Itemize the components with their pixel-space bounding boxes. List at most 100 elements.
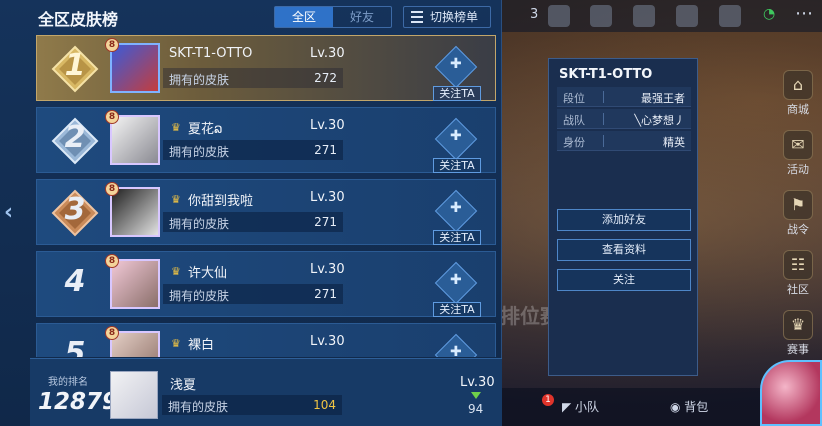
trophy-icon: ♛ — [783, 310, 813, 340]
avatar[interactable] — [110, 43, 160, 93]
skin-count: 271 — [314, 287, 337, 301]
eye-icon[interactable] — [633, 5, 655, 27]
pass-icon: ⚑ — [783, 190, 813, 220]
follow-button[interactable]: 关注TA — [433, 302, 481, 317]
skin-count-bar: 拥有的皮肤 271 — [163, 140, 343, 160]
rank-number: 3 — [64, 192, 86, 227]
popup-field-rank: 段位 最强王者 — [557, 87, 691, 107]
skin-count: 272 — [314, 71, 337, 85]
wifi-icon: ◔ — [763, 6, 776, 22]
top-count: 3 — [530, 7, 539, 22]
vip-badge: 8 — [105, 38, 119, 52]
my-rank-label: 我的排名 — [48, 377, 88, 388]
top-status-bar: 3 ◔ ⋯ — [500, 0, 822, 32]
more-icon[interactable]: ⋯ — [795, 3, 813, 24]
player-name: 裸白 — [188, 338, 215, 353]
follow-add-icon[interactable]: ✚ — [434, 261, 478, 305]
list-icon — [411, 11, 423, 23]
skin-count-bar: 拥有的皮肤 272 — [163, 68, 343, 88]
rank-number: 2 — [64, 120, 86, 155]
avatar[interactable] — [110, 259, 160, 309]
skin-count: 271 — [314, 215, 337, 229]
follow-add-icon[interactable]: ✚ — [434, 189, 478, 233]
ranking-list: 1 8 SKT-T1-OTTO Lv.30 拥有的皮肤 272 ✚ 关注TA 2… — [36, 35, 496, 357]
crown-icon: ♛ — [171, 337, 181, 350]
back-arrow-icon[interactable]: ‹ — [4, 200, 13, 225]
avatar[interactable] — [110, 115, 160, 165]
follow-button[interactable]: 关注TA — [433, 158, 481, 173]
activity-icon: ✉ — [783, 130, 813, 160]
skin-count-bar: 拥有的皮肤 271 — [163, 284, 343, 304]
my-rank-change: 94 — [468, 402, 484, 416]
shop-icon: ⌂ — [783, 70, 813, 100]
follow-add-icon[interactable]: ✚ — [434, 45, 478, 89]
popup-player-name: SKT-T1-OTTO — [559, 67, 653, 82]
rank-down-arrow-icon — [471, 392, 481, 399]
plus-icon[interactable] — [548, 5, 570, 27]
player-level: Lv.30 — [310, 334, 345, 349]
list-item[interactable]: 4 8 ♛ 许大仙 Lv.30 拥有的皮肤 271 ✚ 关注TA — [36, 251, 496, 317]
list-item[interactable]: 3 8 ♛ 你甜到我啦 Lv.30 拥有的皮肤 271 ✚ 关注TA — [36, 179, 496, 245]
vip-badge: 8 — [105, 182, 119, 196]
side-item-pass[interactable]: ⚑ 战令 — [778, 190, 818, 237]
player-name: 许大仙 — [188, 266, 228, 281]
switch-board-button[interactable]: 切换榜单 — [403, 6, 491, 28]
vip-badge: 8 — [105, 326, 119, 340]
player-name: 你甜到我啦 — [188, 194, 254, 209]
my-avatar[interactable] — [110, 371, 158, 419]
settings-icon[interactable] — [719, 5, 741, 27]
my-skin-count: 104 — [313, 398, 336, 412]
side-item-activity[interactable]: ✉ 活动 — [778, 130, 818, 177]
community-icon: ☷ — [783, 250, 813, 280]
vip-badge: 8 — [105, 254, 119, 268]
player-level: Lv.30 — [310, 190, 345, 205]
follow-button[interactable]: 关注TA — [433, 230, 481, 245]
player-level: Lv.30 — [310, 262, 345, 277]
my-skin-count-bar: 拥有的皮肤 104 — [162, 395, 342, 415]
notification-badge: 1 — [542, 394, 554, 406]
follow-player-button[interactable]: 关注 — [557, 269, 691, 291]
rank-number: 1 — [64, 48, 86, 83]
side-item-community[interactable]: ☷ 社区 — [778, 250, 818, 297]
player-name: SKT-T1-OTTO — [169, 46, 253, 61]
add-friend-button[interactable]: 添加好友 — [557, 209, 691, 231]
crown-icon: ♛ — [171, 193, 181, 206]
scope-tabs: 全区 好友 — [274, 6, 392, 28]
player-level: Lv.30 — [310, 46, 345, 61]
player-name: 夏花ລ — [188, 122, 223, 137]
tab-friends[interactable]: 好友 — [333, 7, 391, 27]
crown-icon: ♛ — [171, 265, 181, 278]
vip-badge: 8 — [105, 110, 119, 124]
list-item[interactable]: 5 8 ♛ 裸白 Lv.30 ✚ — [36, 323, 496, 357]
popup-field-team: 战队 ╲心梦想丿 — [557, 109, 691, 129]
player-info-popup: SKT-T1-OTTO 段位 最强王者 战队 ╲心梦想丿 身份 精英 添加好友 … — [548, 58, 698, 376]
side-item-shop[interactable]: ⌂ 商城 — [778, 70, 818, 117]
mail-icon[interactable] — [676, 5, 698, 27]
friends-icon[interactable] — [590, 5, 612, 27]
player-level: Lv.30 — [310, 118, 345, 133]
page-title: 全区皮肤榜 — [38, 10, 119, 29]
list-item[interactable]: 2 8 ♛ 夏花ລ Lv.30 拥有的皮肤 271 ✚ 关注TA — [36, 107, 496, 173]
my-name: 浅夏 — [170, 378, 197, 393]
hero-avatar[interactable] — [760, 360, 822, 426]
bottom-nav: 1 ◤ 小队 ◉ 背包 — [500, 388, 772, 426]
rank-number: 4 — [64, 264, 86, 299]
my-rank-bar: 我的排名 12879 浅夏 拥有的皮肤 104 Lv.30 94 — [30, 358, 502, 426]
list-item[interactable]: 1 8 SKT-T1-OTTO Lv.30 拥有的皮肤 272 ✚ 关注TA — [36, 35, 496, 101]
bag-button[interactable]: ◉ 背包 — [670, 398, 708, 415]
popup-field-identity: 身份 精英 — [557, 131, 691, 151]
side-item-events[interactable]: ♛ 赛事 — [778, 310, 818, 357]
skin-count-bar: 拥有的皮肤 271 — [163, 212, 343, 232]
leaderboard-panel: ‹ 全区皮肤榜 全区 好友 切换榜单 1 8 SKT-T1-OTTO Lv.30… — [0, 0, 502, 426]
team-button[interactable]: ◤ 小队 — [562, 398, 599, 415]
avatar[interactable] — [110, 187, 160, 237]
crown-icon: ♛ — [171, 121, 181, 134]
follow-add-icon[interactable]: ✚ — [434, 117, 478, 161]
tab-all[interactable]: 全区 — [275, 7, 333, 27]
follow-add-icon[interactable]: ✚ — [434, 333, 478, 357]
view-profile-button[interactable]: 查看资料 — [557, 239, 691, 261]
rank-number: 5 — [64, 336, 86, 357]
my-rank-number: 12879 — [38, 389, 119, 415]
follow-button[interactable]: 关注TA — [433, 86, 481, 101]
my-level: Lv.30 — [460, 375, 495, 390]
